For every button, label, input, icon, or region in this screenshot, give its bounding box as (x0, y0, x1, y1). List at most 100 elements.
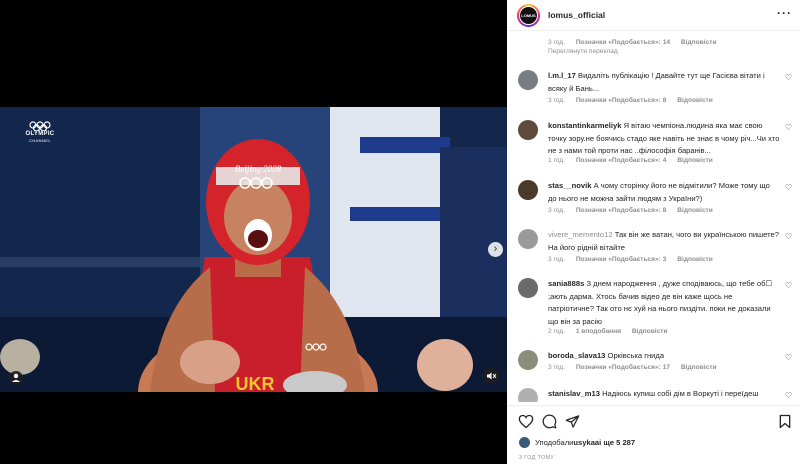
like-comment-button[interactable]: ♡ (785, 73, 792, 82)
comment-meta: 3 год. Позначки «Подобається»: 3 Відпові… (548, 256, 722, 263)
mute-toggle-button[interactable] (483, 368, 499, 384)
heart-icon[interactable] (518, 414, 534, 429)
likes-count[interactable]: і ще 5 287 (599, 438, 635, 447)
comments-list: 3 год. Позначки «Подобається»: 14 Відпов… (507, 32, 800, 402)
headgear-text: Beijing 2008 (235, 164, 282, 174)
comment-text-block: vivere_memento12 Так він же ватан, чого … (548, 229, 780, 254)
post-timestamp[interactable]: 3 ГОД ТОМУ (519, 455, 554, 461)
heart-outline-icon: ♡ (784, 391, 792, 400)
commenter-avatar[interactable] (518, 278, 538, 298)
commenter-avatar[interactable] (518, 70, 538, 90)
post-media-pane: Beijing 2008 UKR OLYMPIC CHANNEL › (0, 0, 507, 464)
comment-likes[interactable]: Позначки «Подобається»: 14 (576, 39, 670, 46)
reply-button[interactable]: Відповісти (632, 328, 668, 335)
post-header: LOMUS lomus_official ··· (507, 0, 800, 31)
comment-icon[interactable] (542, 414, 557, 429)
commenter-username[interactable]: vivere_memento12 (548, 230, 613, 239)
comment-likes[interactable]: Позначки «Подобається»: 4 (576, 157, 667, 164)
reply-button[interactable]: Відповісти (681, 39, 717, 46)
like-comment-button[interactable]: ♡ (785, 391, 792, 400)
ellipsis-icon: ··· (777, 6, 792, 20)
comment-text-block: konstantinkarmeliyk Я вітаю чемпіона.люд… (548, 120, 780, 158)
like-comment-button[interactable]: ♡ (785, 232, 792, 241)
comment-likes[interactable]: Позначки «Подобається»: 3 (576, 256, 667, 263)
liker-avatar (519, 437, 530, 448)
likes-prefix: Уподобали (535, 438, 574, 447)
comment-time: 3 год. (548, 97, 565, 104)
comment-meta: 1 год. Позначки «Подобається»: 4 Відпові… (548, 157, 722, 164)
comment-text-block: stanislav_m13 Надіюсь купиш собі дім в В… (548, 388, 780, 401)
heart-outline-icon: ♡ (784, 123, 792, 132)
comment-time: 1 год. (548, 157, 565, 164)
speaker-muted-icon (487, 372, 497, 380)
author-avatar-logo: LOMUS (519, 6, 538, 25)
commenter-username[interactable]: sania888s (548, 279, 584, 288)
likes-summary[interactable]: Уподобали usykaa і ще 5 287 (519, 437, 635, 448)
comment-likes[interactable]: Позначки «Подобається»: 17 (576, 364, 670, 371)
commenter-avatar[interactable] (518, 180, 538, 200)
share-icon[interactable] (565, 414, 580, 429)
like-comment-button[interactable]: ♡ (785, 353, 792, 362)
comment-likes[interactable]: 1 вподобання (576, 328, 621, 335)
author-username[interactable]: lomus_official (548, 10, 605, 20)
heart-outline-icon: ♡ (784, 281, 792, 290)
olympic-channel-logo: OLYMPIC CHANNEL (20, 121, 60, 143)
reply-button[interactable]: Відповісти (677, 256, 713, 263)
chevron-right-icon: › (493, 243, 498, 255)
bookmark-icon[interactable] (779, 414, 791, 429)
comment-time: 3 год. (548, 364, 565, 371)
heart-outline-icon: ♡ (784, 73, 792, 82)
olympic-channel-sub: CHANNEL (29, 138, 51, 143)
tagged-users-button[interactable] (9, 371, 23, 385)
heart-outline-icon: ♡ (784, 183, 792, 192)
commenter-username[interactable]: konstantinkarmeliyk (548, 121, 621, 130)
author-avatar[interactable]: LOMUS (517, 4, 540, 27)
reply-button[interactable]: Відповісти (677, 97, 713, 104)
boxer-photo-illustration: Beijing 2008 UKR (0, 107, 507, 392)
comment-text-block: boroda_slava13 Орківська гнида (548, 350, 780, 363)
next-media-button[interactable]: › (488, 242, 503, 257)
commenter-username[interactable]: boroda_slava13 (548, 351, 605, 360)
jersey-text: UKR (236, 374, 275, 392)
like-comment-button[interactable]: ♡ (785, 183, 792, 192)
comment-meta: 3 год. Позначки «Подобається»: 14 Відпов… (548, 39, 726, 46)
comment-time: 3 год. (548, 207, 565, 214)
olympic-channel-label: OLYMPIC (25, 131, 55, 137)
reply-button[interactable]: Відповісти (677, 157, 713, 164)
commenter-username[interactable]: stas__novik (548, 181, 591, 190)
post-side-panel: LOMUS lomus_official ··· 3 год. Позначки… (507, 0, 800, 464)
heart-outline-icon: ♡ (784, 353, 792, 362)
comment-time: 3 год. (548, 256, 565, 263)
commenter-username[interactable]: l.m.l_17 (548, 71, 576, 80)
comment-text: Надіюсь купиш собі дім в Воркуті і переї… (602, 389, 759, 398)
more-options-button[interactable]: ··· (777, 6, 792, 20)
comment-time: 2 год. (548, 328, 565, 335)
comment-meta: 3 год. Позначки «Подобається»: 17 Відпов… (548, 364, 726, 371)
comment-text-block: stas__novik А чому сторінку його не відм… (548, 180, 780, 205)
olympic-rings-icon (29, 121, 51, 131)
see-translation-link[interactable]: Переглянути переклад (548, 48, 618, 55)
post-actions-bar (507, 405, 800, 435)
like-comment-button[interactable]: ♡ (785, 123, 792, 132)
post-photo[interactable]: Beijing 2008 UKR OLYMPIC CHANNEL (0, 107, 507, 392)
liker-username[interactable]: usykaa (573, 438, 599, 447)
comment-text: Орківська гнида (607, 351, 665, 360)
heart-outline-icon: ♡ (784, 232, 792, 241)
person-icon (12, 373, 20, 382)
comment-likes[interactable]: Позначки «Подобається»: 8 (576, 97, 667, 104)
commenter-avatar[interactable] (518, 388, 538, 402)
comment-text-block: sania888s З днем народження , дуже споді… (548, 278, 780, 328)
comment-time: 3 год. (548, 39, 565, 46)
commenter-avatar[interactable] (518, 120, 538, 140)
commenter-username[interactable]: stanislav_m13 (548, 389, 600, 398)
comment-meta: 2 год. 1 вподобання Відповісти (548, 328, 677, 335)
like-comment-button[interactable]: ♡ (785, 281, 792, 290)
comment-text-block: l.m.l_17 Видаліть публікацію ! Давайте т… (548, 70, 780, 95)
reply-button[interactable]: Відповісти (677, 207, 713, 214)
comment-text: Видаліть публікацію ! Давайте тут ще Гас… (548, 71, 765, 93)
commenter-avatar[interactable] (518, 350, 538, 370)
comment-likes[interactable]: Позначки «Подобається»: 8 (576, 207, 667, 214)
reply-button[interactable]: Відповісти (681, 364, 717, 371)
comment-meta: 3 год. Позначки «Подобається»: 8 Відпові… (548, 207, 722, 214)
commenter-avatar[interactable] (518, 229, 538, 249)
